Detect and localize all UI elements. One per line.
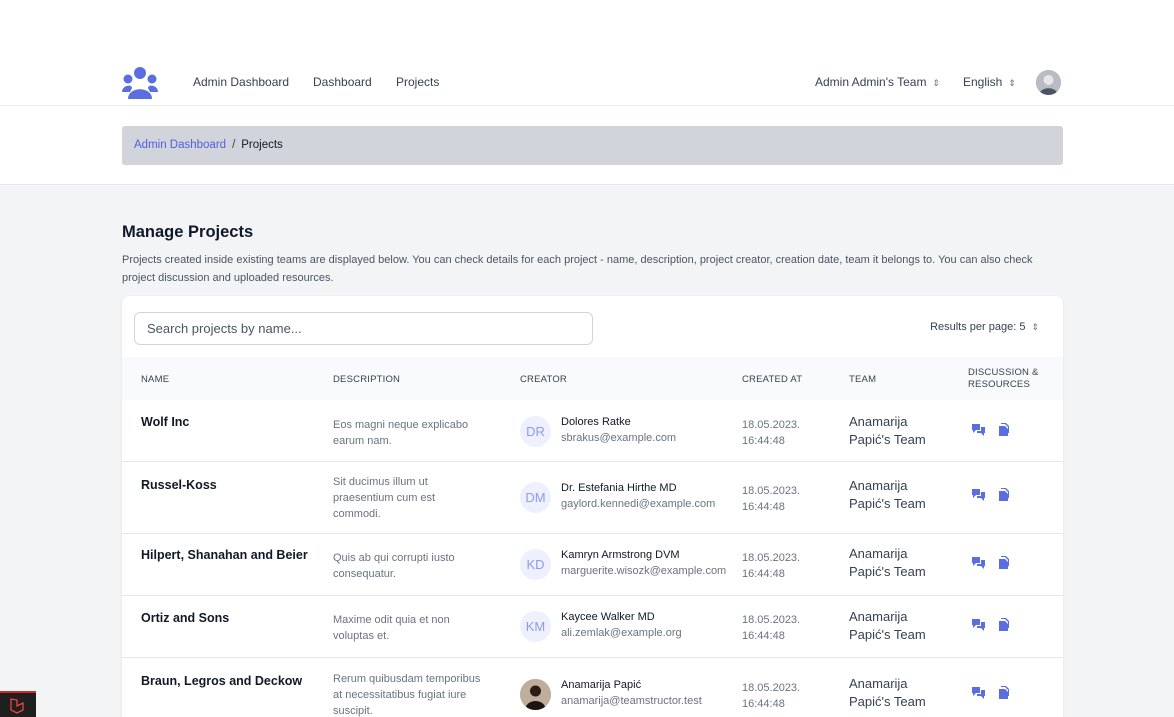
header-discussion-resources: DISCUSSION & RESOURCES (968, 367, 1039, 390)
language-selector[interactable]: English ⇕ (963, 75, 1016, 89)
project-team: Anamarija Papić's Team (849, 414, 926, 447)
header-created-at: CREATED AT (742, 374, 803, 385)
laravel-debugbar-button[interactable] (0, 691, 36, 717)
header-name: NAME (141, 374, 170, 385)
project-team: Anamarija Papić's Team (849, 676, 926, 709)
table-row: Russel-Koss Sit ducimus illum ut praesen… (122, 462, 1063, 534)
user-avatar[interactable] (1036, 70, 1061, 95)
created-date: 18.05.2023. (742, 682, 801, 694)
creator-avatar: KM (520, 611, 551, 642)
row-actions (971, 618, 1011, 631)
creator-email: gaylord.kennedi@example.com (561, 498, 716, 510)
creator-name: Kamryn Armstrong DVM (561, 549, 680, 561)
discussion-icon[interactable] (971, 686, 986, 699)
breadcrumb: Admin Dashboard / Projects (122, 126, 1063, 165)
creator-email: marguerite.wisozk@example.com (561, 565, 727, 577)
resources-icon[interactable] (996, 618, 1011, 631)
breadcrumb-separator: / (232, 139, 236, 151)
language-selector-label: English (963, 75, 1003, 89)
page-title: Manage Projects (122, 223, 254, 241)
laravel-icon (10, 698, 24, 714)
created-date: 18.05.2023. (742, 614, 801, 626)
creator-avatar: DM (520, 482, 551, 513)
row-actions (971, 423, 1011, 436)
creator-avatar: DR (520, 416, 551, 447)
created-time: 16:44:48 (742, 698, 785, 710)
created-date: 18.05.2023. (742, 485, 801, 497)
search-input[interactable] (134, 312, 593, 345)
row-actions (971, 556, 1011, 569)
creator-name: Anamarija Papić (561, 679, 642, 691)
created-time: 16:44:48 (742, 435, 785, 447)
table-row: Ortiz and Sons Maxime odit quia et non v… (122, 596, 1063, 658)
created-date: 18.05.2023. (742, 419, 801, 431)
breadcrumb-current: Projects (241, 139, 283, 151)
project-description: Quis ab qui corrupti iusto consequatur. (333, 552, 455, 580)
created-time: 16:44:48 (742, 568, 785, 580)
project-name: Wolf Inc (141, 415, 190, 429)
team-logo-icon[interactable] (122, 66, 158, 100)
resources-icon[interactable] (996, 488, 1011, 501)
projects-card: Results per page: 5 ⇕ NAME DESCRIPTION CR… (122, 296, 1063, 717)
discussion-icon[interactable] (971, 423, 986, 436)
table-row: Wolf Inc Eos magni neque explicabo earum… (122, 400, 1063, 462)
project-name: Braun, Legros and Deckow (141, 674, 303, 688)
chevron-updown-icon: ⇕ (1008, 78, 1016, 88)
header-creator: CREATOR (520, 374, 567, 385)
creator-name: Dolores Ratke (561, 416, 631, 428)
discussion-icon[interactable] (971, 488, 986, 501)
header-team: TEAM (849, 374, 877, 385)
creator-email: anamarija@teamstructor.test (561, 695, 702, 707)
creator-name: Dr. Estefania Hirthe MD (561, 482, 677, 494)
table-row: Hilpert, Shanahan and Beier Quis ab qui … (122, 534, 1063, 596)
creator-email: sbrakus@example.com (561, 432, 677, 444)
resources-icon[interactable] (996, 423, 1011, 436)
row-actions (971, 686, 1011, 699)
results-per-page-select[interactable]: Results per page: 5 ⇕ (930, 321, 1039, 333)
creator-avatar: KD (520, 549, 551, 580)
chevron-updown-icon: ⇕ (1031, 322, 1039, 332)
creator-photo (520, 679, 551, 710)
row-actions (971, 488, 1011, 501)
project-team: Anamarija Papić's Team (849, 609, 926, 642)
project-description: Maxime odit quia et non voluptas et. (333, 614, 450, 642)
created-time: 16:44:48 (742, 630, 785, 642)
nav-projects[interactable]: Projects (396, 75, 439, 89)
team-selector[interactable]: Admin Admin's Team ⇕ (815, 75, 940, 89)
top-navigation: Admin Dashboard Dashboard Projects Admin… (0, 0, 1174, 106)
project-name: Russel-Koss (141, 478, 217, 492)
project-team: Anamarija Papić's Team (849, 478, 926, 511)
discussion-icon[interactable] (971, 618, 986, 631)
project-description: Sit ducimus illum ut praesentium cum est… (333, 476, 436, 520)
table-row: Braun, Legros and Deckow Rerum quibusdam… (122, 658, 1063, 717)
page-description: Projects created inside existing teams a… (122, 254, 1033, 284)
team-selector-label: Admin Admin's Team (815, 75, 927, 89)
creator-email: ali.zemlak@example.org (561, 627, 682, 639)
resources-icon[interactable] (996, 556, 1011, 569)
chevron-updown-icon: ⇕ (932, 78, 940, 88)
header-description: DESCRIPTION (333, 374, 401, 385)
discussion-icon[interactable] (971, 556, 986, 569)
table-header: NAME DESCRIPTION CREATOR CREATED AT TEAM… (122, 357, 1063, 400)
project-description: Eos magni neque explicabo earum nam. (333, 419, 469, 447)
project-description: Rerum quibusdam temporibus at necessitat… (333, 673, 481, 717)
project-name: Hilpert, Shanahan and Beier (141, 548, 308, 562)
results-per-page-label: Results per page: 5 (930, 321, 1026, 333)
creator-name: Kaycee Walker MD (561, 611, 655, 623)
breadcrumb-root-link[interactable]: Admin Dashboard (134, 139, 226, 151)
nav-admin-dashboard[interactable]: Admin Dashboard (193, 75, 289, 89)
project-team: Anamarija Papić's Team (849, 546, 926, 579)
created-time: 16:44:48 (742, 501, 785, 513)
resources-icon[interactable] (996, 686, 1011, 699)
project-name: Ortiz and Sons (141, 611, 230, 625)
nav-dashboard[interactable]: Dashboard (313, 75, 372, 89)
created-date: 18.05.2023. (742, 552, 801, 564)
